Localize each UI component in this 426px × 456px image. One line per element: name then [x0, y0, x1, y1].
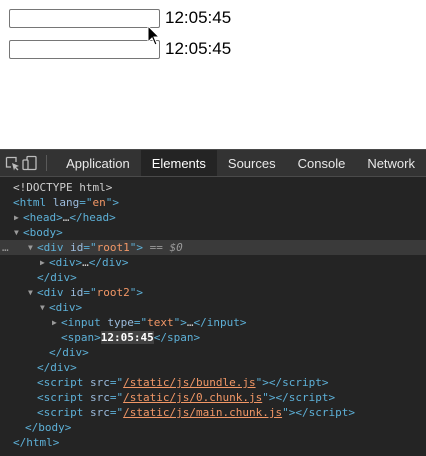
- devtools-toolbar: Application Elements Sources Console Net…: [0, 149, 426, 177]
- mouse-pointer-icon: [147, 25, 161, 46]
- script-link-bundle[interactable]: /static/js/bundle.js: [123, 376, 255, 389]
- toolbar-divider: [46, 155, 48, 171]
- device-toggle-icon[interactable]: [21, 150, 38, 176]
- expanded-arrow-icon[interactable]: ▼: [40, 300, 49, 315]
- dom-node-span[interactable]: <span>12:05:45</span>: [0, 330, 426, 345]
- devtools-panel: Application Elements Sources Console Net…: [0, 149, 426, 456]
- expanded-arrow-icon[interactable]: ▼: [14, 225, 23, 240]
- tab-elements[interactable]: Elements: [140, 150, 217, 176]
- script-link-main[interactable]: /static/js/main.chunk.js: [123, 406, 282, 419]
- dom-node-root1[interactable]: … ▼ <div id="root1"> == $0: [0, 240, 426, 255]
- dom-node-script-bundle[interactable]: <script src="/static/js/bundle.js"></scr…: [0, 375, 426, 390]
- tab-network[interactable]: Network: [356, 150, 426, 176]
- dom-node-script-main[interactable]: <script src="/static/js/main.chunk.js"><…: [0, 405, 426, 420]
- text-input-1[interactable]: [9, 8, 160, 28]
- dom-node-body-close[interactable]: </body>: [0, 420, 426, 435]
- text-input-2[interactable]: [9, 39, 160, 59]
- expanded-arrow-icon[interactable]: ▼: [28, 285, 37, 300]
- dom-node-root1-close[interactable]: </div>: [0, 270, 426, 285]
- dom-node-root1-child[interactable]: ▶ <div>…</div>: [0, 255, 426, 270]
- time-label-1: 12:05:45: [165, 8, 232, 27]
- tab-application[interactable]: Application: [55, 150, 141, 176]
- dom-node-html[interactable]: <html lang="en">: [0, 195, 426, 210]
- collapsed-arrow-icon[interactable]: ▶: [14, 210, 23, 225]
- tab-sources[interactable]: Sources: [217, 150, 287, 176]
- dom-tree: <!DOCTYPE html> <html lang="en"> ▶ <head>…: [0, 177, 426, 450]
- more-options-icon[interactable]: …: [2, 240, 9, 255]
- dom-node-input[interactable]: ▶ <input type="text">…</input>: [0, 315, 426, 330]
- expanded-arrow-icon[interactable]: ▼: [28, 240, 37, 255]
- dom-node-root2-close[interactable]: </div>: [0, 360, 426, 375]
- dom-node-head[interactable]: ▶ <head>…</head>: [0, 210, 426, 225]
- script-link-chunk0[interactable]: /static/js/0.chunk.js: [123, 391, 262, 404]
- dom-node-root2[interactable]: ▼ <div id="root2">: [0, 285, 426, 300]
- dom-node-doctype[interactable]: <!DOCTYPE html>: [0, 180, 426, 195]
- collapsed-arrow-icon[interactable]: ▶: [52, 315, 61, 330]
- clock-row-2: 12:05:45: [9, 39, 231, 59]
- collapsed-arrow-icon[interactable]: ▶: [40, 255, 49, 270]
- inspect-icon[interactable]: [4, 150, 21, 176]
- dom-node-script-chunk0[interactable]: <script src="/static/js/0.chunk.js"></sc…: [0, 390, 426, 405]
- time-label-2: 12:05:45: [165, 39, 232, 58]
- dom-node-root2-div-close[interactable]: </div>: [0, 345, 426, 360]
- page-viewport: 12:05:45 12:05:45: [0, 0, 426, 149]
- dom-node-html-close[interactable]: </html>: [0, 435, 426, 450]
- tab-console[interactable]: Console: [287, 150, 357, 176]
- dom-node-body[interactable]: ▼ <body>: [0, 225, 426, 240]
- clock-row-1: 12:05:45: [9, 8, 231, 28]
- dom-node-root2-div[interactable]: ▼ <div>: [0, 300, 426, 315]
